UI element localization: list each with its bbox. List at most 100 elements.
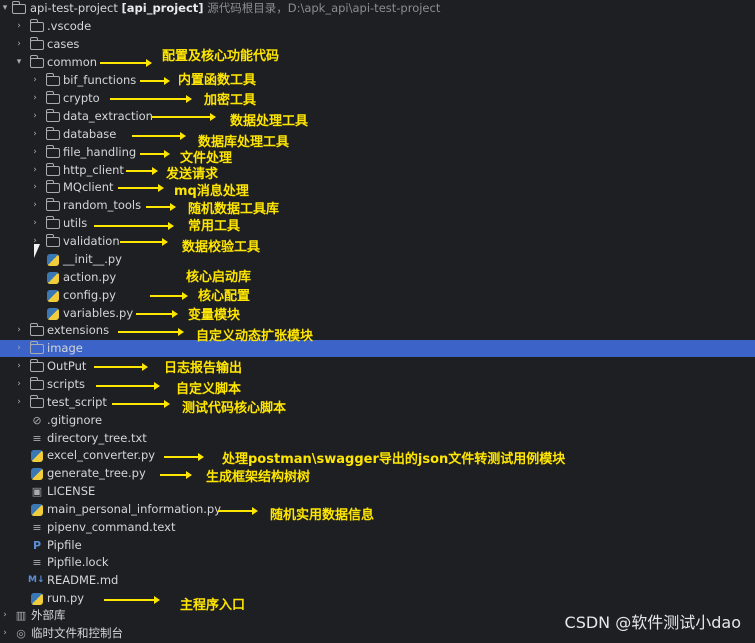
annotation-action: 核心启动库 bbox=[186, 270, 252, 285]
annotation-config: 核心配置 bbox=[198, 289, 251, 304]
chevron-right-icon[interactable]: › bbox=[14, 322, 24, 339]
tree-item-image[interactable]: › image bbox=[0, 340, 755, 357]
chevron-right-icon[interactable]: › bbox=[30, 108, 40, 125]
tree-item-readme[interactable]: M↓ README.md bbox=[0, 572, 755, 589]
tree-item-mqclient[interactable]: › MQclient bbox=[0, 179, 755, 196]
folder-icon bbox=[45, 234, 60, 247]
python-file-icon bbox=[47, 272, 59, 284]
chevron-right-icon[interactable]: › bbox=[30, 90, 40, 107]
tree-item-label: image bbox=[47, 341, 83, 355]
annotation-arrow bbox=[118, 184, 164, 192]
tree-item-label: __init__.py bbox=[63, 252, 122, 266]
folder-icon bbox=[29, 359, 44, 372]
chevron-right-icon[interactable]: › bbox=[14, 358, 24, 375]
chevron-right-icon[interactable]: › bbox=[30, 197, 40, 214]
tree-item-variables-py[interactable]: variables.py bbox=[0, 305, 755, 322]
folder-icon bbox=[45, 73, 60, 86]
annotation-arrow bbox=[152, 113, 216, 121]
chevron-right-icon[interactable]: › bbox=[30, 72, 40, 89]
tree-item-generate-tree[interactable]: generate_tree.py bbox=[0, 465, 755, 482]
annotation-crypto: 加密工具 bbox=[204, 93, 257, 108]
tree-item-action-py[interactable]: action.py bbox=[0, 269, 755, 286]
tree-item-label: action.py bbox=[63, 270, 117, 284]
tree-item-config-py[interactable]: config.py bbox=[0, 287, 755, 304]
folder-icon bbox=[45, 180, 60, 193]
annotation-arrow bbox=[146, 203, 176, 211]
annotation-arrow bbox=[118, 328, 184, 336]
tree-item-bif-functions[interactable]: › bif_functions bbox=[0, 72, 755, 89]
tree-item-label: common bbox=[47, 55, 98, 69]
annotation-arrow bbox=[100, 59, 152, 67]
folder-icon bbox=[11, 1, 26, 14]
chevron-down-icon[interactable]: ▾ bbox=[14, 54, 24, 71]
tree-item-gitignore[interactable]: ⊘ .gitignore bbox=[0, 412, 755, 429]
tree-item-pipfile[interactable]: P Pipfile bbox=[0, 537, 755, 554]
tree-item-pipfile-lock[interactable]: ≡ Pipfile.lock bbox=[0, 554, 755, 571]
tree-item-data-extraction[interactable]: › data_extraction bbox=[0, 108, 755, 125]
mouse-cursor-icon bbox=[34, 244, 40, 258]
tree-item-label: file_handling bbox=[63, 145, 137, 159]
chevron-right-icon[interactable]: › bbox=[14, 36, 24, 53]
tree-item-label: OutPut bbox=[47, 359, 87, 373]
tree-item-label: data_extraction bbox=[63, 109, 153, 123]
folder-icon bbox=[45, 163, 60, 176]
tree-item-database[interactable]: › database bbox=[0, 126, 755, 143]
tree-item-vscode[interactable]: › .vscode bbox=[0, 18, 755, 35]
tree-item-random-tools[interactable]: › random_tools bbox=[0, 197, 755, 214]
tree-item-label: extensions bbox=[47, 323, 110, 337]
tree-item-init-py[interactable]: __init__.py bbox=[0, 251, 755, 268]
tree-item-utils[interactable]: › utils bbox=[0, 215, 755, 232]
tree-item-label: 外部库 bbox=[31, 608, 66, 622]
tree-item-label: random_tools bbox=[63, 198, 142, 212]
tree-item-label: run.py bbox=[47, 591, 85, 605]
chevron-down-icon[interactable]: ▾ bbox=[0, 0, 10, 17]
tree-item-label: utils bbox=[63, 216, 88, 230]
folder-icon bbox=[29, 19, 44, 32]
tree-item-label: test_script bbox=[47, 395, 107, 409]
python-file-icon bbox=[47, 308, 59, 320]
chevron-right-icon[interactable]: › bbox=[30, 126, 40, 143]
chevron-right-icon[interactable]: › bbox=[30, 215, 40, 232]
annotation-data-extraction: 数据处理工具 bbox=[230, 114, 309, 129]
tree-item-label: .vscode bbox=[47, 19, 92, 33]
tree-item-pipenv-command[interactable]: ≡ pipenv_command.text bbox=[0, 519, 755, 536]
text-file-icon: ≡ bbox=[32, 556, 42, 569]
tree-item-label: 临时文件和控制台 bbox=[31, 626, 123, 640]
annotation-output: 日志报告输出 bbox=[164, 361, 243, 376]
annotation-run: 主程序入口 bbox=[180, 598, 246, 613]
chevron-right-icon[interactable]: › bbox=[30, 179, 40, 196]
chevron-right-icon[interactable]: › bbox=[0, 625, 10, 642]
tree-item-cases[interactable]: › cases bbox=[0, 36, 755, 53]
tree-item-license[interactable]: ▣ LICENSE bbox=[0, 483, 755, 500]
folder-icon bbox=[29, 395, 44, 408]
chevron-right-icon[interactable]: › bbox=[0, 607, 10, 624]
tree-item-validation[interactable]: › validation bbox=[0, 233, 755, 250]
annotation-arrow bbox=[140, 150, 170, 158]
folder-icon bbox=[45, 127, 60, 140]
tree-item-label: Pipfile bbox=[47, 538, 82, 552]
tree-item-label: MQclient bbox=[63, 180, 114, 194]
folder-icon bbox=[29, 323, 44, 336]
folder-icon bbox=[45, 198, 60, 211]
chevron-right-icon[interactable]: › bbox=[14, 340, 24, 357]
chevron-right-icon[interactable]: › bbox=[14, 18, 24, 35]
tree-item-http-client[interactable]: › http_client bbox=[0, 162, 755, 179]
tree-root-row[interactable]: ▾ api-test-project [api_project] 源代码根目录，… bbox=[0, 0, 755, 17]
text-file-icon: ≡ bbox=[32, 432, 42, 445]
folder-icon bbox=[29, 341, 44, 354]
tree-item-file-handling[interactable]: › file_handling bbox=[0, 144, 755, 161]
watermark: CSDN @软件测试小dao bbox=[564, 613, 741, 632]
tree-item-label: variables.py bbox=[63, 306, 134, 320]
chevron-right-icon[interactable]: › bbox=[14, 376, 24, 393]
tree-item-label: LICENSE bbox=[47, 484, 96, 498]
chevron-right-icon[interactable]: › bbox=[30, 162, 40, 179]
tree-item-directory-tree[interactable]: ≡ directory_tree.txt bbox=[0, 430, 755, 447]
annotation-scripts: 自定义脚本 bbox=[176, 382, 242, 397]
chevron-right-icon[interactable]: › bbox=[14, 394, 24, 411]
chevron-right-icon[interactable]: › bbox=[30, 144, 40, 161]
folder-icon bbox=[45, 91, 60, 104]
annotation-arrow bbox=[96, 382, 160, 390]
tree-item-extensions[interactable]: › extensions bbox=[0, 322, 755, 339]
tree-item-main-personal-information[interactable]: main_personal_information.py bbox=[0, 501, 755, 518]
folder-icon bbox=[45, 145, 60, 158]
